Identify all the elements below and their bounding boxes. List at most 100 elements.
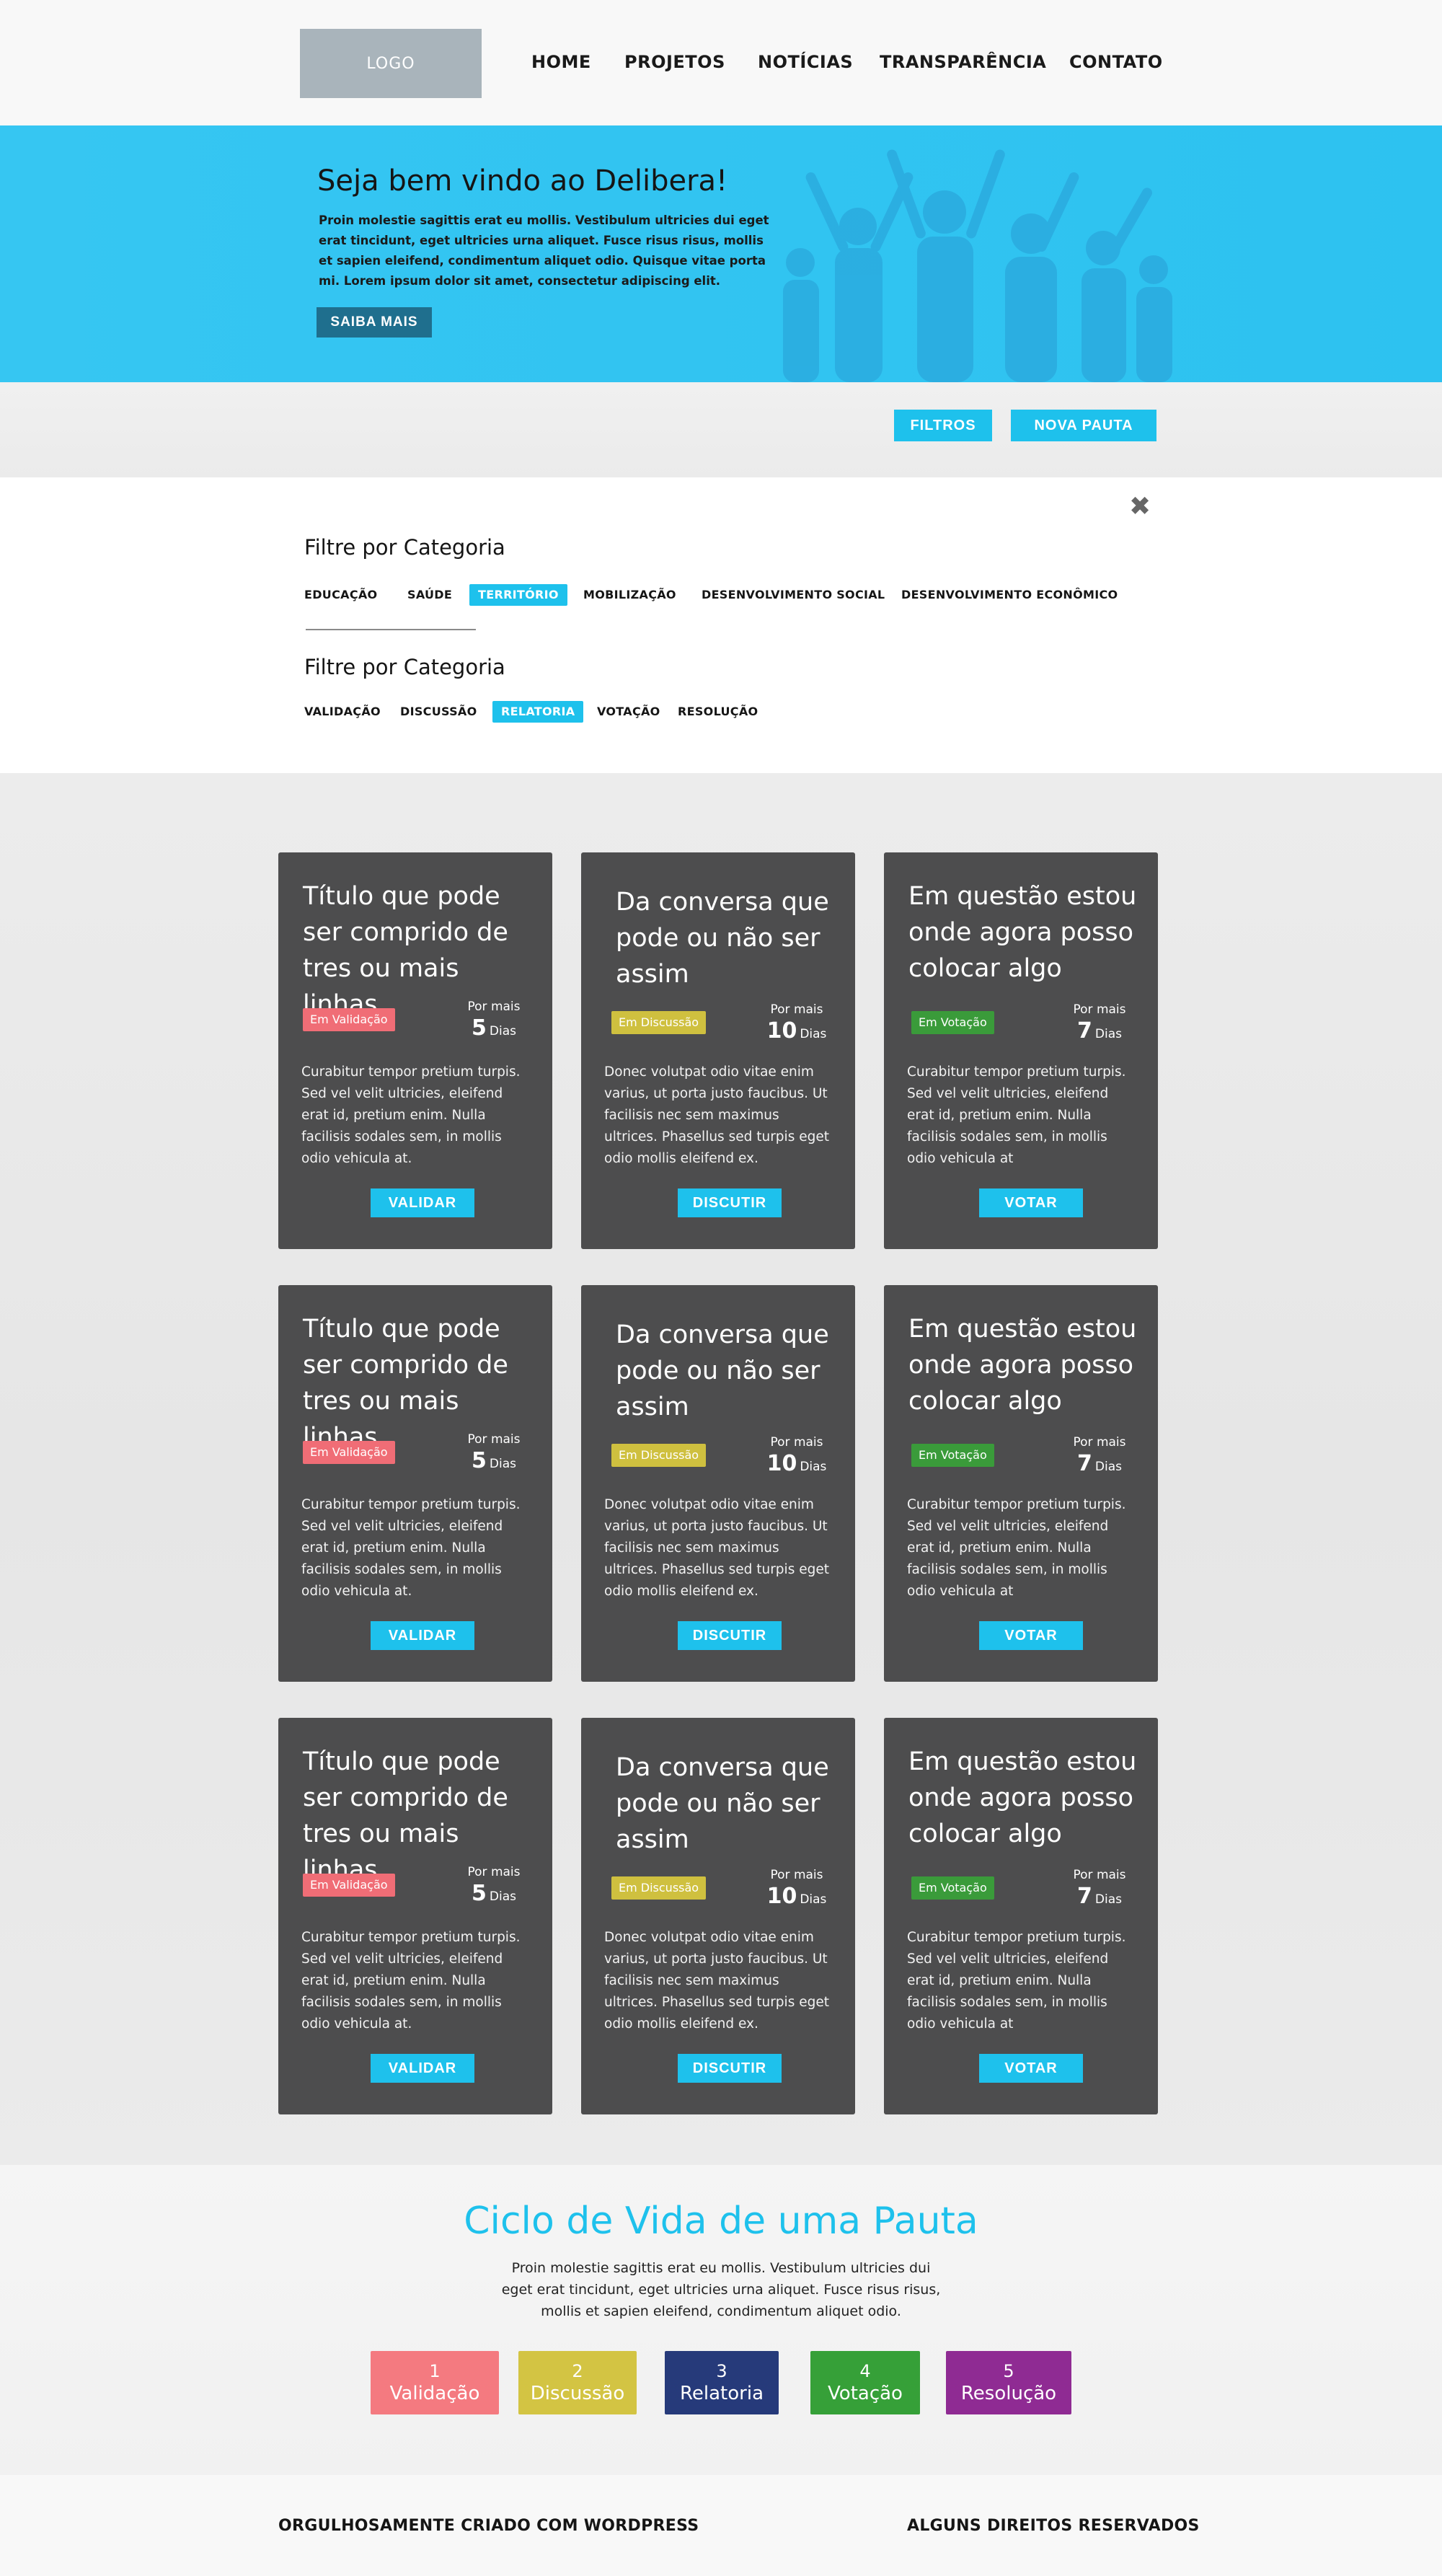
status-badge: Em Discussão xyxy=(611,1876,707,1900)
votar-button[interactable]: VOTAR xyxy=(979,1188,1083,1217)
pauta-card[interactable]: Título que pode ser comprido de tres ou … xyxy=(278,1285,552,1682)
por-mais-label: Por mais xyxy=(770,1002,823,1017)
filter-territorio[interactable]: TERRITÓRIO xyxy=(469,584,567,606)
status-badge: Em Votação xyxy=(911,1444,994,1467)
por-mais-label: Por mais xyxy=(1073,1868,1126,1882)
card-title: Em questão estou onde agora posso coloca… xyxy=(908,1747,1137,1848)
status-badge: Em Discussão xyxy=(611,1011,707,1034)
footer-credit: ORGULHOSAMENTE CRIADO COM WORDPRESS xyxy=(278,2517,699,2535)
lifecycle-title: Ciclo de Vida de uma Pauta xyxy=(464,2200,978,2243)
pautas-grid: Título que pode ser comprido de tres ou … xyxy=(0,773,1442,2165)
nav-transparencia[interactable]: TRANSPARÊNCIA xyxy=(880,52,1046,72)
votar-button[interactable]: VOTAR xyxy=(979,1621,1083,1650)
filter-votacao[interactable]: VOTAÇÃO xyxy=(597,701,660,723)
pauta-card[interactable]: Em questão estou onde agora posso coloca… xyxy=(884,852,1158,1249)
validar-button[interactable]: VALIDAR xyxy=(371,1188,474,1217)
close-icon[interactable]: ✖ xyxy=(1129,492,1151,521)
lifecycle-description: Proin molestie sagittis erat eu mollis. … xyxy=(501,2260,941,2319)
card-title: Em questão estou onde agora posso coloca… xyxy=(908,882,1137,983)
filter-panel: ✖ Filtre por Categoria EDUCAÇÃO SAÚDE TE… xyxy=(0,477,1442,773)
card-description: Curabitur tempor pretium turpis. Sed vel… xyxy=(301,1930,521,2032)
card-description: Curabitur tempor pretium turpis. Sed vel… xyxy=(301,1497,521,1599)
filter-desenvolvimento-economico[interactable]: DESENVOLVIMENTO ECONÔMICO xyxy=(901,584,1118,606)
status-badge: Em Validação xyxy=(303,1008,395,1031)
filter-divider xyxy=(306,629,476,630)
por-mais-label: Por mais xyxy=(770,1435,823,1450)
filter-saude[interactable]: SAÚDE xyxy=(407,584,452,606)
pauta-card[interactable]: Em questão estou onde agora posso coloca… xyxy=(884,1285,1158,1682)
discutir-button[interactable]: DISCUTIR xyxy=(678,2054,782,2083)
pauta-card[interactable]: Da conversa que pode ou não ser assim Em… xyxy=(581,852,855,1249)
stage-resolucao[interactable]: 5 Resolução xyxy=(946,2351,1071,2414)
nova-pauta-button[interactable]: NOVA PAUTA xyxy=(1011,410,1156,441)
action-bar: FILTROS NOVA PAUTA xyxy=(0,382,1442,477)
main-nav: HOME PROJETOS NOTÍCIAS TRANSPARÊNCIA CON… xyxy=(0,52,1442,81)
days-remaining: 5 Dias xyxy=(472,1881,516,1906)
por-mais-label: Por mais xyxy=(770,1868,823,1882)
card-title: Da conversa que pode ou não ser assim xyxy=(616,1320,829,1421)
card-description: Curabitur tempor pretium turpis. Sed vel… xyxy=(907,1064,1126,1166)
filter-relatoria[interactable]: RELATORIA xyxy=(492,701,584,723)
card-description: Curabitur tempor pretium turpis. Sed vel… xyxy=(907,1497,1126,1599)
discutir-button[interactable]: DISCUTIR xyxy=(678,1621,782,1650)
days-remaining: 7 Dias xyxy=(1077,1018,1122,1044)
days-remaining: 5 Dias xyxy=(472,1015,516,1041)
pauta-card[interactable]: Título que pode ser comprido de tres ou … xyxy=(278,1718,552,2114)
por-mais-label: Por mais xyxy=(1073,1435,1126,1450)
days-remaining: 10 Dias xyxy=(766,1884,827,1909)
card-description: Curabitur tempor pretium turpis. Sed vel… xyxy=(907,1930,1126,2032)
card-description: Donec volutpat odio vitae enim varius, u… xyxy=(604,1497,829,1599)
pauta-card[interactable]: Título que pode ser comprido de tres ou … xyxy=(278,852,552,1249)
por-mais-label: Por mais xyxy=(467,1000,521,1014)
pauta-card[interactable]: Em questão estou onde agora posso coloca… xyxy=(884,1718,1158,2114)
nav-home[interactable]: HOME xyxy=(531,52,591,72)
nav-contato[interactable]: CONTATO xyxy=(1069,52,1163,72)
lifecycle-section: Ciclo de Vida de uma Pauta Proin molesti… xyxy=(0,2165,1442,2475)
status-filter-title: Filtre por Categoria xyxy=(304,655,505,679)
stage-relatoria[interactable]: 3 Relatoria xyxy=(665,2351,779,2414)
card-title: Em questão estou onde agora posso coloca… xyxy=(908,1315,1137,1416)
filter-desenvolvimento-social[interactable]: DESENVOLVIMENTO SOCIAL xyxy=(702,584,885,606)
hero-banner: Seja bem vindo ao Delibera! Proin molest… xyxy=(0,125,1442,382)
stage-validacao[interactable]: 1 Validação xyxy=(371,2351,499,2414)
nav-noticias[interactable]: NOTÍCIAS xyxy=(758,52,853,72)
hero-text: Proin molestie sagittis erat eu mollis. … xyxy=(319,213,769,288)
footer-rights: ALGUNS DIREITOS RESERVADOS xyxy=(907,2517,1200,2535)
card-title: Da conversa que pode ou não ser assim xyxy=(616,888,829,989)
saiba-mais-button[interactable]: SAIBA MAIS xyxy=(317,307,432,338)
stage-votacao[interactable]: 4 Votação xyxy=(810,2351,920,2414)
votar-button[interactable]: VOTAR xyxy=(979,2054,1083,2083)
status-badge: Em Validação xyxy=(303,1441,395,1464)
por-mais-label: Por mais xyxy=(467,1432,521,1447)
status-badge: Em Votação xyxy=(911,1011,994,1034)
filter-educacao[interactable]: EDUCAÇÃO xyxy=(304,584,377,606)
days-remaining: 7 Dias xyxy=(1077,1884,1122,1909)
days-remaining: 10 Dias xyxy=(766,1451,827,1476)
pauta-card[interactable]: Da conversa que pode ou não ser assim Em… xyxy=(581,1285,855,1682)
pauta-card[interactable]: Da conversa que pode ou não ser assim Em… xyxy=(581,1718,855,2114)
validar-button[interactable]: VALIDAR xyxy=(371,2054,474,2083)
validar-button[interactable]: VALIDAR xyxy=(371,1621,474,1650)
por-mais-label: Por mais xyxy=(467,1865,521,1879)
days-remaining: 7 Dias xyxy=(1077,1451,1122,1476)
card-description: Donec volutpat odio vitae enim varius, u… xyxy=(604,1930,829,2032)
filter-validacao[interactable]: VALIDAÇÃO xyxy=(304,701,381,723)
filter-mobilizacao[interactable]: MOBILIZAÇÃO xyxy=(583,584,676,606)
filter-resolucao[interactable]: RESOLUÇÃO xyxy=(678,701,758,723)
status-badge: Em Votação xyxy=(911,1876,994,1900)
category-filter-title: Filtre por Categoria xyxy=(304,535,505,560)
days-remaining: 10 Dias xyxy=(766,1018,827,1044)
stage-discussao[interactable]: 2 Discussão xyxy=(518,2351,637,2414)
hero-title: Seja bem vindo ao Delibera! xyxy=(317,164,728,198)
filtros-button[interactable]: FILTROS xyxy=(894,410,992,441)
discutir-button[interactable]: DISCUTIR xyxy=(678,1188,782,1217)
nav-projetos[interactable]: PROJETOS xyxy=(624,52,725,72)
card-description: Donec volutpat odio vitae enim varius, u… xyxy=(604,1064,829,1166)
site-header: LOGO HOME PROJETOS NOTÍCIAS TRANSPARÊNCI… xyxy=(0,0,1442,125)
card-title: Da conversa que pode ou não ser assim xyxy=(616,1753,829,1854)
status-badge: Em Validação xyxy=(303,1874,395,1897)
site-footer: ORGULHOSAMENTE CRIADO COM WORDPRESS ALGU… xyxy=(0,2475,1442,2576)
filter-discussao[interactable]: DISCUSSÃO xyxy=(400,701,477,723)
status-badge: Em Discussão xyxy=(611,1444,707,1467)
por-mais-label: Por mais xyxy=(1073,1002,1126,1017)
